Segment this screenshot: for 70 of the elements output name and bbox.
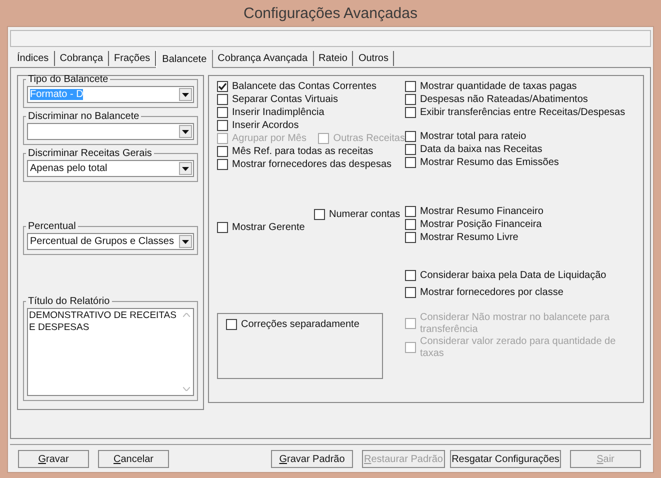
tab[interactable]: Cobrança <box>54 51 110 66</box>
checkbox-label: Mostrar Gerente <box>232 222 305 234</box>
checkbox[interactable] <box>405 206 416 217</box>
checkbox-label: Mostrar fornecedores por classe <box>420 286 564 298</box>
checkbox[interactable] <box>405 107 416 118</box>
checkbox-label: Mês Ref. para todas as receitas <box>232 146 374 158</box>
checkbox-label: Mostrar Resumo das Emissões <box>420 156 559 168</box>
group-label: Percentual <box>27 220 77 233</box>
window-title: Configurações Avançadas <box>242 4 418 24</box>
checkbox[interactable] <box>405 131 416 142</box>
group-label: Discriminar Receitas Gerais <box>27 147 153 160</box>
group-label: Título do Relatório <box>27 295 111 308</box>
checkbox-label: Considerar valor zerado para quantidade de taxas <box>420 336 617 360</box>
checkbox[interactable] <box>405 81 416 92</box>
checkbox-label: Inserir Acordos <box>232 120 299 132</box>
checkbox[interactable] <box>217 159 228 170</box>
checkbox[interactable] <box>217 146 228 157</box>
dialog-button[interactable]: Resgatar Configurações <box>450 450 561 468</box>
dropdown-value: Formato - D <box>30 89 84 100</box>
checkbox[interactable] <box>314 209 325 220</box>
group-label: Tipo do Balancete <box>27 73 110 86</box>
checkbox-label: Correções separadamente <box>241 318 360 330</box>
caret-icon <box>182 92 189 96</box>
checkbox-label: Mostrar Posição Financeira <box>420 218 542 230</box>
tab[interactable]: Outros <box>353 51 394 66</box>
checkbox-label: Considerar baixa pela Data de Liquidação <box>420 270 606 282</box>
checkbox-label: Exibir transferências entre Receitas/Despesas <box>420 106 626 118</box>
checkbox[interactable] <box>405 219 416 230</box>
tab[interactable]: Índices <box>12 51 55 66</box>
group-label: Discriminar no Balancete <box>27 110 140 123</box>
caret-icon <box>182 240 189 244</box>
checkbox-label: Separar Contas Virtuais <box>232 94 338 106</box>
checkbox[interactable] <box>405 270 416 281</box>
checkbox[interactable] <box>217 107 228 118</box>
checkbox-label: Mostrar Resumo Livre <box>420 232 518 244</box>
checkbox-label: Numerar contas <box>329 208 400 220</box>
dialog-button[interactable]: Gravar <box>18 450 89 468</box>
checkbox-label: Outras Receitas <box>333 132 405 144</box>
checkbox[interactable] <box>405 94 416 105</box>
checkbox-label: Despesas não Rateadas/Abatimentos <box>420 94 588 106</box>
checkbox[interactable] <box>226 319 237 330</box>
dropdown-value: Apenas pelo total <box>30 163 108 174</box>
tab[interactable]: Cobrança Avançada <box>212 51 314 66</box>
checkbox[interactable] <box>217 94 228 105</box>
dialog-button[interactable]: Gravar Padrão <box>271 450 353 468</box>
dropdown-value: Percentual de Grupos e Classes <box>30 236 174 247</box>
checkbox-label: Mostrar fornecedores das despesas <box>232 158 392 170</box>
checkbox-label: Balancete das Contas Correntes <box>232 80 377 92</box>
checkbox[interactable] <box>405 157 416 168</box>
tab[interactable]: Rateio <box>314 51 354 66</box>
dropdown[interactable]: Percentual de Grupos e Classes <box>27 233 194 250</box>
dropdown[interactable] <box>27 123 194 140</box>
checkbox-label: Mostrar total para rateio <box>420 130 526 142</box>
checkbox[interactable] <box>405 287 416 298</box>
checkbox-label: Mostrar quantidade de taxas pagas <box>420 80 577 92</box>
checkbox-label: Mostrar Resumo Financeiro <box>420 206 544 218</box>
tab[interactable]: Balancete <box>156 50 213 68</box>
checkbox-label: Considerar Não mostrar no balancete para transferência <box>420 312 611 336</box>
checkbox[interactable] <box>217 120 228 131</box>
checkbox[interactable] <box>217 81 228 92</box>
caret-icon <box>182 130 189 134</box>
checkbox-label: Data da baixa nas Receitas <box>420 144 542 156</box>
checkbox-label: Inserir Inadimplência <box>232 106 324 118</box>
checkbox[interactable] <box>217 222 228 233</box>
dropdown[interactable]: Apenas pelo total <box>27 160 194 177</box>
dialog-button[interactable]: Cancelar <box>98 450 169 468</box>
checkbox-label: Agrupar por Mês <box>232 132 306 144</box>
checkbox[interactable] <box>405 144 416 155</box>
checkbox[interactable] <box>405 232 416 243</box>
caret-icon <box>182 166 189 170</box>
